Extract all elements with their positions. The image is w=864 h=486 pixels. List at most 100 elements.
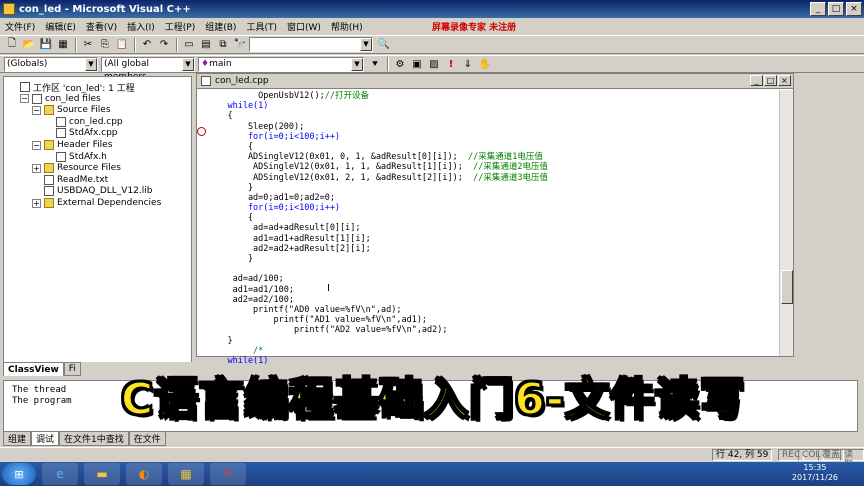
- file-icon: [56, 116, 66, 127]
- visual-cpp-icon[interactable]: ▦: [168, 463, 204, 485]
- stop-build-icon[interactable]: ▨: [426, 57, 442, 72]
- standard-toolbar: 🗋 📂 💾 ▦ ✂ ⎘ 📋 ↶ ↷ ▭ ▤ ⧉ 🔭 ▼ 🔍: [0, 35, 864, 54]
- tree-node[interactable]: StdAfx.h: [44, 151, 107, 163]
- minimize-button[interactable]: _: [810, 2, 826, 16]
- tab-find-in-files-1[interactable]: 在文件1中查找: [59, 432, 129, 446]
- tree-node[interactable]: + External Dependencies: [32, 197, 161, 209]
- paste-icon[interactable]: 📋: [114, 37, 130, 52]
- folder-icon: [44, 163, 54, 174]
- tab-find-in-files-2[interactable]: 在文件: [128, 432, 166, 446]
- menu-help[interactable]: 帮助(H): [326, 20, 368, 33]
- find-in-files-icon[interactable]: 🔭: [232, 37, 248, 52]
- system-clock[interactable]: 15:35 2017/11/26: [792, 463, 838, 483]
- tree-node[interactable]: ReadMe.txt: [32, 174, 108, 186]
- tree-node-label: External Dependencies: [57, 198, 162, 208]
- tree-node[interactable]: StdAfx.cpp: [44, 127, 118, 139]
- code-line: for(i=0;i<100;i++): [207, 131, 341, 142]
- explorer-icon[interactable]: ▬: [84, 463, 120, 485]
- menu-view[interactable]: 查看(V): [81, 20, 122, 33]
- tree-node-label: 工作区 'con_led': 1 工程: [33, 83, 135, 94]
- expand-toggle-icon[interactable]: +: [32, 198, 41, 208]
- windows-icon[interactable]: ⧉: [215, 37, 231, 52]
- compile-icon[interactable]: ⚙: [392, 57, 408, 72]
- new-file-icon[interactable]: 🗋: [4, 37, 20, 52]
- expand-toggle-icon[interactable]: +: [32, 163, 41, 173]
- menu-insert[interactable]: 插入(I): [122, 20, 160, 33]
- breakpoint-icon[interactable]: ✋: [477, 57, 493, 72]
- open-folder-icon[interactable]: 📂: [21, 37, 37, 52]
- tree-node[interactable]: USBDAQ_DLL_V12.lib: [32, 185, 152, 197]
- code-line: ad=0;ad1=0;ad2=0;: [207, 192, 335, 203]
- workspace-icon[interactable]: ▭: [181, 37, 197, 52]
- file-icon: [56, 151, 66, 162]
- class-combo[interactable]: (Globals) ▼: [4, 56, 98, 72]
- project-icon: [20, 82, 30, 92]
- execute-icon[interactable]: !: [443, 57, 459, 72]
- code-line: ad1=ad1+adResult[1][i];: [207, 233, 371, 244]
- editor-close-button[interactable]: ×: [778, 75, 791, 86]
- tree-node[interactable]: − Source Files: [32, 104, 111, 116]
- ie-icon[interactable]: e: [42, 463, 78, 485]
- powerpoint-icon[interactable]: P: [210, 463, 246, 485]
- maximize-button[interactable]: □: [828, 2, 844, 16]
- menu-project[interactable]: 工程(P): [160, 20, 200, 33]
- save-all-icon[interactable]: ▦: [55, 37, 71, 52]
- tree-node[interactable]: + Resource Files: [32, 162, 121, 174]
- code-line: OpenUsbV12();//打开设备: [207, 91, 369, 101]
- expand-toggle-icon[interactable]: −: [32, 105, 41, 115]
- tab-build[interactable]: 组建: [3, 432, 32, 446]
- code-area[interactable]: OpenUsbV12();//打开设备 while(1) { Sleep(200…: [207, 91, 777, 366]
- editor-minimize-button[interactable]: _: [750, 75, 763, 86]
- code-line: {: [207, 111, 233, 122]
- menu-edit[interactable]: 编辑(E): [40, 20, 81, 33]
- menu-window[interactable]: 窗口(W): [282, 20, 326, 33]
- editor-vertical-scrollbar[interactable]: [779, 90, 793, 356]
- function-combo[interactable]: ♦main ▼: [198, 56, 364, 72]
- tree-node[interactable]: con_led.cpp: [44, 116, 123, 128]
- find-icon[interactable]: 🔍: [376, 37, 392, 52]
- expand-toggle-icon[interactable]: −: [20, 94, 29, 104]
- tree-node-label: con_led.cpp: [69, 116, 123, 127]
- build-icon[interactable]: ▣: [409, 57, 425, 72]
- workspace-panel: −工作区 'con_led': 1 工程−con_led files−Sourc…: [3, 76, 192, 376]
- copy-icon[interactable]: ⎘: [97, 37, 113, 52]
- file-icon: [44, 174, 54, 185]
- members-combo[interactable]: (All global members▼: [101, 56, 195, 82]
- menu-build[interactable]: 组建(B): [200, 20, 241, 33]
- tree-node[interactable]: −工作区 'con_led': 1 工程: [8, 81, 135, 94]
- code-line: ad2=ad2+adResult[2][i];: [207, 243, 371, 254]
- app-icon: [3, 3, 15, 15]
- title-bar: con_led - Microsoft Visual C++ _ □ ×: [0, 0, 864, 18]
- file-icon: [56, 128, 66, 139]
- code-line: printf("AD0 value=%fV\n",ad);: [207, 304, 402, 315]
- menu-file[interactable]: 文件(F): [0, 20, 40, 33]
- save-icon[interactable]: 💾: [38, 37, 54, 52]
- breakpoint-marker[interactable]: [197, 127, 206, 136]
- find-combo[interactable]: ▼: [249, 37, 373, 52]
- cursor-position: 行 42, 列 59: [712, 449, 773, 461]
- tree-node[interactable]: − Header Files: [32, 139, 112, 151]
- tree-node[interactable]: − con_led files: [20, 93, 101, 105]
- code-line: }: [207, 182, 254, 193]
- undo-icon[interactable]: ↶: [139, 37, 155, 52]
- tab-debug[interactable]: 调试: [31, 432, 60, 446]
- code-line: ADSingleV12(0x01, 2, 1, &adResult[2][i])…: [207, 172, 548, 183]
- expand-toggle-icon[interactable]: −: [32, 140, 41, 150]
- code-line: {: [207, 141, 254, 152]
- code-line: ad=ad+adResult[0][i];: [207, 223, 361, 234]
- output-icon[interactable]: ▤: [198, 37, 214, 52]
- menu-tools[interactable]: 工具(T): [241, 20, 282, 33]
- go-icon[interactable]: ⇓: [460, 57, 476, 72]
- tab-classview[interactable]: ClassView: [3, 362, 64, 376]
- cut-icon[interactable]: ✂: [80, 37, 96, 52]
- video-title-banner: C语言编程基础入门6-文件读写: [120, 373, 746, 426]
- file-icon: [44, 186, 54, 197]
- project-icon: [32, 93, 42, 104]
- editor-maximize-button[interactable]: □: [764, 75, 777, 86]
- tree-node-label: Source Files: [57, 105, 111, 116]
- close-button[interactable]: ×: [846, 2, 862, 16]
- start-button[interactable]: ⊞: [2, 463, 36, 485]
- wizard-action-icon[interactable]: ⯆: [367, 57, 383, 72]
- media-player-icon[interactable]: ◐: [126, 463, 162, 485]
- redo-icon[interactable]: ↷: [156, 37, 172, 52]
